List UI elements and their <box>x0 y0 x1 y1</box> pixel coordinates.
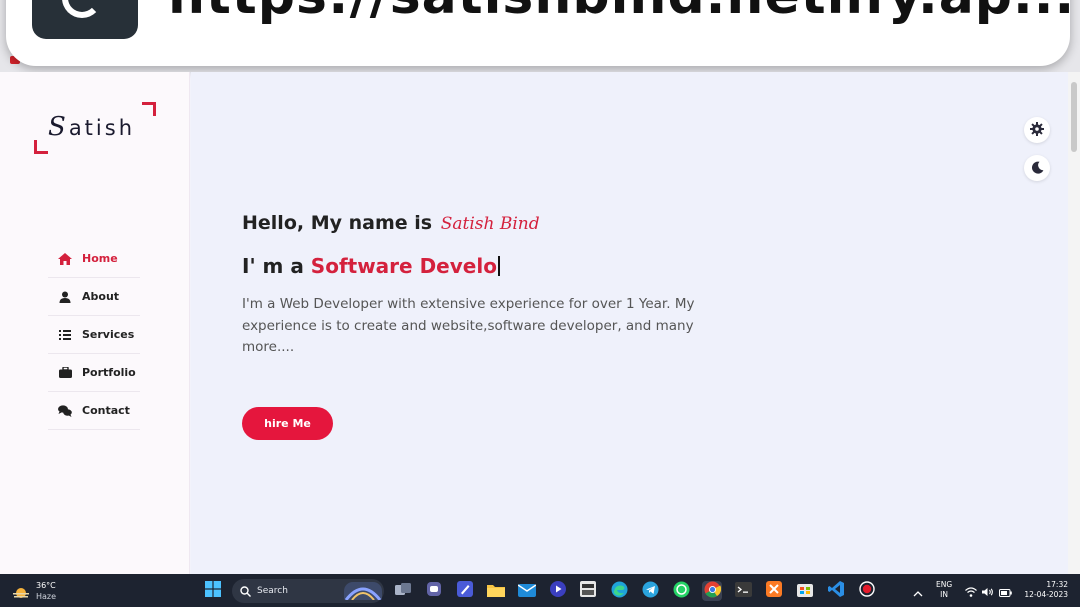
theme-toggle-button[interactable] <box>1024 155 1050 181</box>
comments-icon <box>58 404 72 418</box>
taskbar: 36°C Haze Search ENG IN 17:32 12-04-2023 <box>0 574 1080 607</box>
url-popup-text: https://satishbind.netlify.ap... <box>168 0 1070 22</box>
telegram-icon <box>642 581 659 602</box>
store-button[interactable] <box>795 581 815 601</box>
logo-corner-bottom-left <box>34 140 48 154</box>
hero-description: I'm a Web Developer with extensive exper… <box>242 296 695 355</box>
nav-label-home: Home <box>82 252 118 265</box>
moon-icon <box>1031 159 1044 178</box>
role-heading: I' m a Software Develo <box>242 254 500 278</box>
telegram-button[interactable] <box>640 581 660 601</box>
media-player-button[interactable] <box>548 581 568 601</box>
role-prefix: I' m a <box>242 254 304 278</box>
task-view-button[interactable] <box>393 581 413 601</box>
language-line2: IN <box>940 590 948 599</box>
folder-icon <box>487 582 505 601</box>
search-highlight-art <box>344 582 382 600</box>
weather-widget[interactable]: 36°C Haze <box>12 578 72 604</box>
vscode-icon <box>828 581 844 601</box>
page-scrollbar[interactable] <box>1068 72 1080 574</box>
battery-icon <box>998 582 1012 601</box>
gear-icon <box>1030 121 1044 140</box>
language-line1: ENG <box>936 580 953 589</box>
home-icon <box>58 252 72 266</box>
mail-button[interactable] <box>517 581 537 601</box>
sidebar: Satish Home About Services Portfolio Con… <box>0 72 190 574</box>
url-popup: https://satishbind.netlify.ap... <box>6 0 1070 66</box>
wifi-button[interactable] <box>964 581 978 601</box>
nav-item-services[interactable]: Services <box>48 316 140 354</box>
windows-icon <box>205 581 221 601</box>
terminal-icon <box>734 581 752 601</box>
hire-me-button[interactable]: hire Me <box>242 407 333 440</box>
chevron-up-icon <box>913 582 923 601</box>
calculator-app-button[interactable] <box>578 581 598 601</box>
teams-chat-button[interactable] <box>424 581 444 601</box>
nav-item-home[interactable]: Home <box>48 240 140 278</box>
vscode-button[interactable] <box>826 581 846 601</box>
search-label: Search <box>257 586 288 596</box>
nav-item-about[interactable]: About <box>48 278 140 316</box>
xampp-icon <box>766 581 782 601</box>
language-indicator[interactable]: ENG IN <box>936 580 952 600</box>
speaker-icon <box>982 582 994 601</box>
search-icon <box>240 585 251 597</box>
clock[interactable]: 17:32 12-04-2023 <box>1020 580 1068 600</box>
pen-app-icon <box>457 581 473 601</box>
clock-date: 12-04-2023 <box>1024 590 1068 599</box>
logo-text: Satish <box>48 112 135 142</box>
nav-label-portfolio: Portfolio <box>82 366 136 379</box>
weather-temp: 36°C <box>36 581 56 590</box>
app-tile-icon <box>580 581 596 601</box>
chrome-button[interactable] <box>702 581 722 601</box>
nav-label-about: About <box>82 290 120 303</box>
nav-label-contact: Contact <box>82 404 130 417</box>
mail-icon <box>517 582 537 601</box>
role-typed-text: Software Develo <box>310 254 497 278</box>
nav-label-services: Services <box>82 328 135 341</box>
start-button[interactable] <box>203 581 223 601</box>
xampp-button[interactable] <box>764 581 784 601</box>
whatsapp-icon <box>673 581 690 602</box>
greeting-heading: Hello, My name is Satish Bind <box>242 212 540 234</box>
terminal-button[interactable] <box>733 581 753 601</box>
main-content: Hello, My name is Satish Bind I' m a Sof… <box>191 72 1068 574</box>
volume-button[interactable] <box>981 581 995 601</box>
store-icon <box>797 581 813 601</box>
whatsapp-button[interactable] <box>671 581 691 601</box>
briefcase-icon <box>58 366 72 380</box>
wifi-icon <box>965 582 977 601</box>
edge-icon <box>611 581 628 602</box>
edge-browser-button[interactable] <box>609 581 629 601</box>
name-script: Satish Bind <box>440 214 540 234</box>
typing-caret <box>497 256 500 276</box>
chat-icon <box>426 581 442 601</box>
record-icon <box>859 581 875 601</box>
main-nav: Home About Services Portfolio Contact <box>48 240 140 430</box>
user-icon <box>58 290 72 304</box>
battery-button[interactable] <box>998 581 1012 601</box>
taskbar-search[interactable]: Search <box>232 579 384 603</box>
greeting-text: Hello, My name is <box>242 212 433 234</box>
logo-corner-top-right <box>142 102 156 116</box>
chrome-icon <box>704 581 721 602</box>
task-view-icon <box>395 582 411 601</box>
screen-recorder-button[interactable] <box>857 581 877 601</box>
weather-haze-icon <box>12 584 30 598</box>
nav-item-contact[interactable]: Contact <box>48 392 140 430</box>
weather-condition: Haze <box>36 592 57 601</box>
scrollbar-thumb[interactable] <box>1071 82 1077 152</box>
nav-item-portfolio[interactable]: Portfolio <box>48 354 140 392</box>
site-logo[interactable]: Satish <box>34 102 156 154</box>
list-icon <box>58 328 72 342</box>
widgets-app-button[interactable] <box>455 581 475 601</box>
show-hidden-icons-button[interactable] <box>908 581 928 601</box>
file-explorer-button[interactable] <box>486 581 506 601</box>
app-icon <box>32 0 138 39</box>
clock-time: 17:32 <box>1046 580 1068 589</box>
play-icon <box>550 581 566 601</box>
settings-button[interactable] <box>1024 117 1050 143</box>
